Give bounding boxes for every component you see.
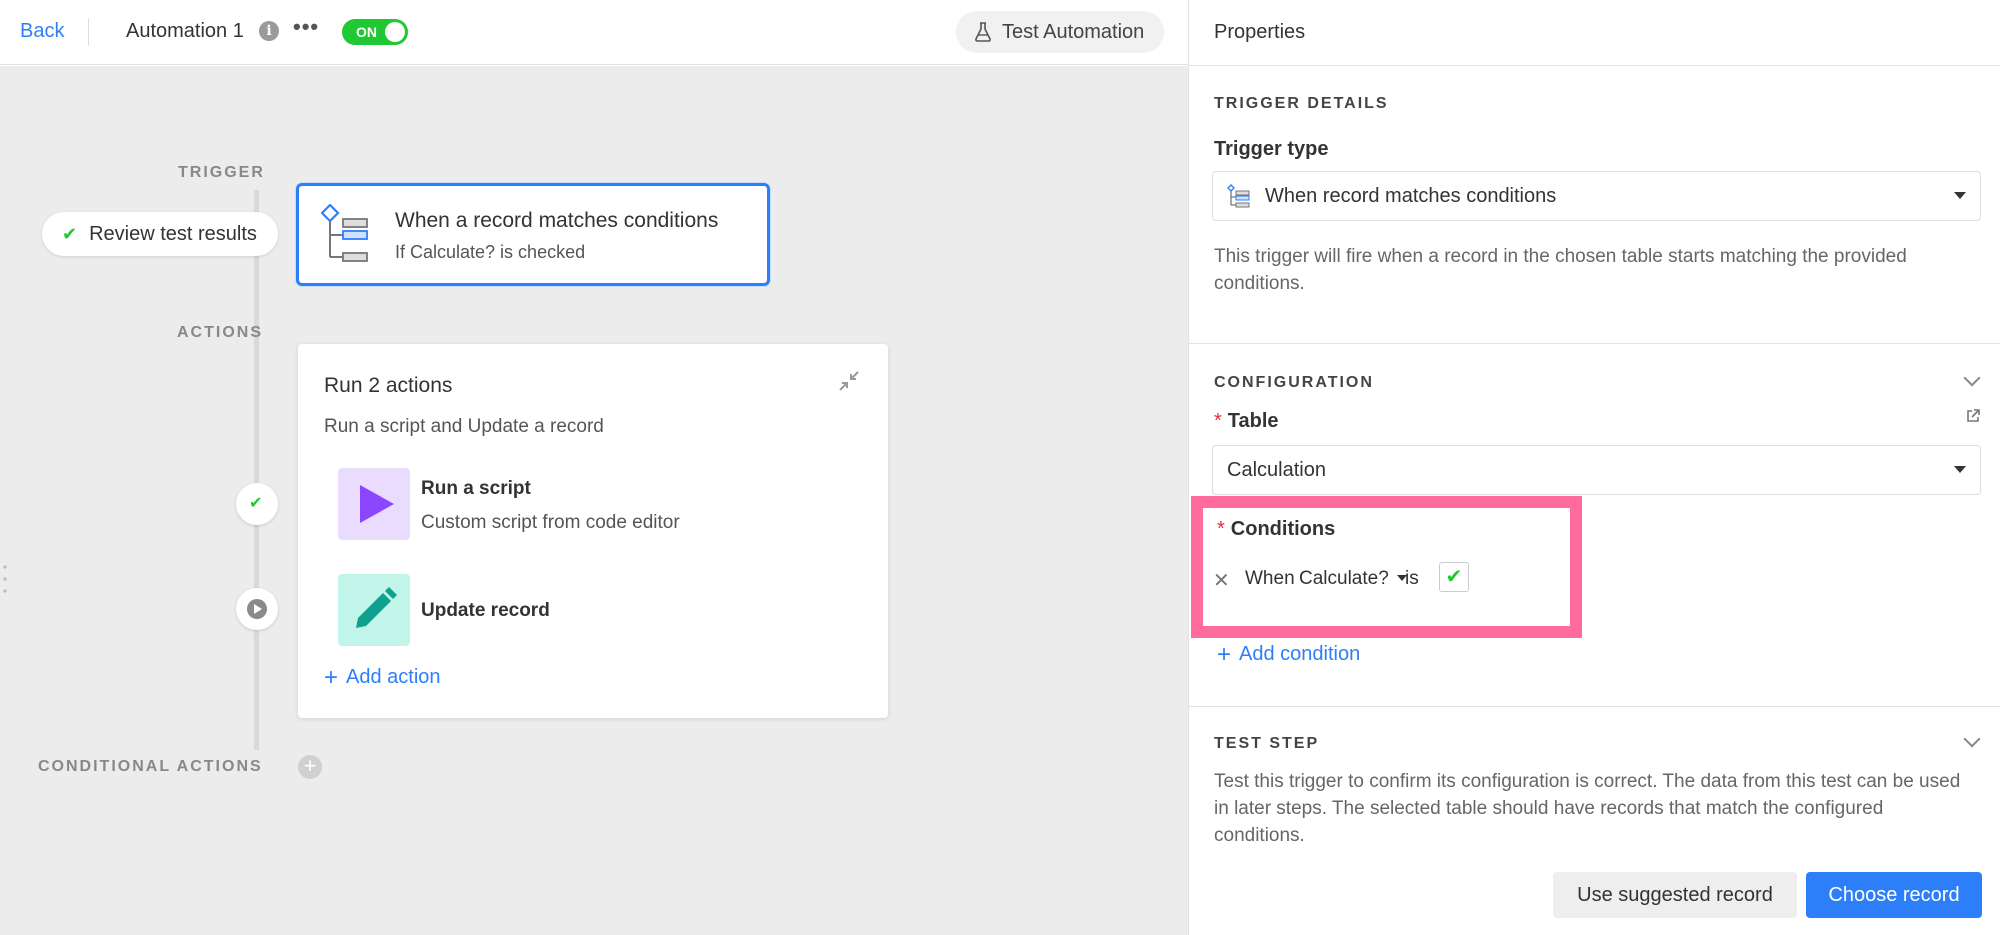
action-title: Run a script (421, 478, 531, 499)
properties-panel: Properties TRIGGER DETAILS Trigger type … (1188, 0, 2000, 935)
condition-operator: is (1405, 568, 1419, 589)
section-divider (1189, 706, 2000, 707)
actions-section-label: ACTIONS (177, 324, 263, 341)
table-select[interactable]: Calculation (1212, 445, 1981, 495)
configuration-heading: CONFIGURATION (1214, 374, 1374, 391)
chevron-down-icon[interactable] (1963, 369, 1981, 387)
test-automation-button[interactable]: Test Automation (956, 11, 1164, 53)
table-value: Calculation (1227, 458, 1326, 481)
actions-card[interactable]: Run 2 actions Run a script and Update a … (298, 344, 888, 718)
action-run-script[interactable]: Run a script Custom script from code edi… (338, 468, 858, 540)
use-suggested-record-button[interactable]: Use suggested record (1553, 872, 1797, 918)
check-icon: ✔ (62, 223, 78, 244)
add-conditional-action-button[interactable]: + (298, 755, 322, 779)
chevron-down-icon (1954, 466, 1966, 473)
action-title: Update record (421, 600, 550, 621)
step-status-success[interactable]: ✔ (236, 483, 278, 525)
trigger-type-value: When record matches conditions (1265, 184, 1557, 207)
action-subtitle: Custom script from code editor (421, 512, 680, 533)
workflow-connector-line (254, 190, 259, 750)
section-divider (1189, 343, 2000, 344)
conditions-highlight: * Conditions ✕ When Calculate? is ✔ (1191, 496, 1582, 638)
remove-condition-icon[interactable]: ✕ (1213, 568, 1230, 593)
add-action-label: Add action (346, 666, 441, 688)
panel-title: Properties (1214, 21, 1306, 43)
panel-header-divider (1189, 65, 2000, 66)
plus-icon: + (1217, 641, 1232, 668)
step-status-pending[interactable] (236, 588, 278, 630)
collapse-icon[interactable] (838, 370, 860, 392)
toggle-knob (385, 22, 405, 42)
back-link[interactable]: Back (20, 20, 64, 43)
automation-toggle[interactable]: ON (342, 19, 408, 45)
toggle-label: ON (356, 24, 377, 40)
trigger-section-label: TRIGGER (178, 164, 265, 181)
add-action-button[interactable]: + Add action (324, 664, 441, 692)
plus-icon: + (324, 664, 339, 691)
trigger-title: When a record matches conditions (395, 209, 719, 232)
action-tile (338, 574, 410, 646)
play-icon (360, 485, 394, 523)
test-step-heading: TEST STEP (1214, 735, 1320, 752)
chevron-down-icon (1954, 192, 1966, 199)
condition-when: When (1245, 568, 1295, 589)
conditional-actions-label: CONDITIONAL ACTIONS (38, 758, 263, 775)
chevron-down-icon[interactable] (1963, 730, 1981, 748)
play-circle-icon (247, 599, 267, 619)
conditions-label-text: Conditions (1230, 518, 1336, 540)
actions-subtitle: Run a script and Update a record (324, 416, 604, 437)
more-icon[interactable]: ••• (293, 14, 319, 40)
review-test-results-button[interactable]: ✔ Review test results (42, 212, 278, 256)
condition-field-select[interactable]: Calculate? (1299, 568, 1407, 590)
table-label-text: Table (1227, 410, 1279, 432)
trigger-subtitle: If Calculate? is checked (395, 242, 586, 262)
test-automation-label: Test Automation (1002, 20, 1145, 43)
check-icon: ✔ (249, 495, 263, 512)
add-condition-button[interactable]: + Add condition (1217, 641, 1360, 669)
pencil-icon (356, 587, 397, 628)
test-step-description: Test this trigger to confirm its configu… (1214, 771, 1961, 846)
automation-name[interactable]: Automation 1 (126, 20, 244, 43)
trigger-card[interactable]: When a record matches conditions If Calc… (296, 183, 770, 286)
top-bar: Back Automation 1 i ••• ON Test Automati… (0, 0, 1188, 65)
flask-icon (975, 22, 991, 42)
review-label: Review test results (89, 222, 257, 245)
trigger-description: This trigger will fire when a record in … (1214, 246, 1907, 294)
action-update-record[interactable]: Update record (338, 574, 858, 646)
info-icon[interactable]: i (259, 21, 279, 41)
trigger-details-heading: TRIGGER DETAILS (1214, 95, 1389, 112)
toolbar-divider (88, 18, 89, 46)
condition-value-checkbox[interactable]: ✔ (1439, 562, 1469, 592)
record-conditions-icon (321, 204, 368, 262)
conditions-label: * Conditions (1217, 518, 1336, 540)
add-condition-label: Add condition (1239, 643, 1361, 665)
resize-handle-icon[interactable] (3, 564, 7, 594)
trigger-type-label: Trigger type (1214, 138, 1329, 160)
external-link-icon[interactable] (1965, 408, 1981, 424)
condition-row: ✕ When Calculate? is ✔ (1203, 558, 1583, 600)
actions-title: Run 2 actions (324, 374, 453, 397)
choose-record-button[interactable]: Choose record (1806, 872, 1982, 918)
condition-field-value: Calculate? (1299, 568, 1389, 589)
trigger-type-select[interactable]: When record matches conditions (1212, 171, 1981, 221)
record-conditions-icon (1227, 184, 1250, 208)
action-tile (338, 468, 410, 540)
table-label: * Table (1214, 410, 1279, 432)
